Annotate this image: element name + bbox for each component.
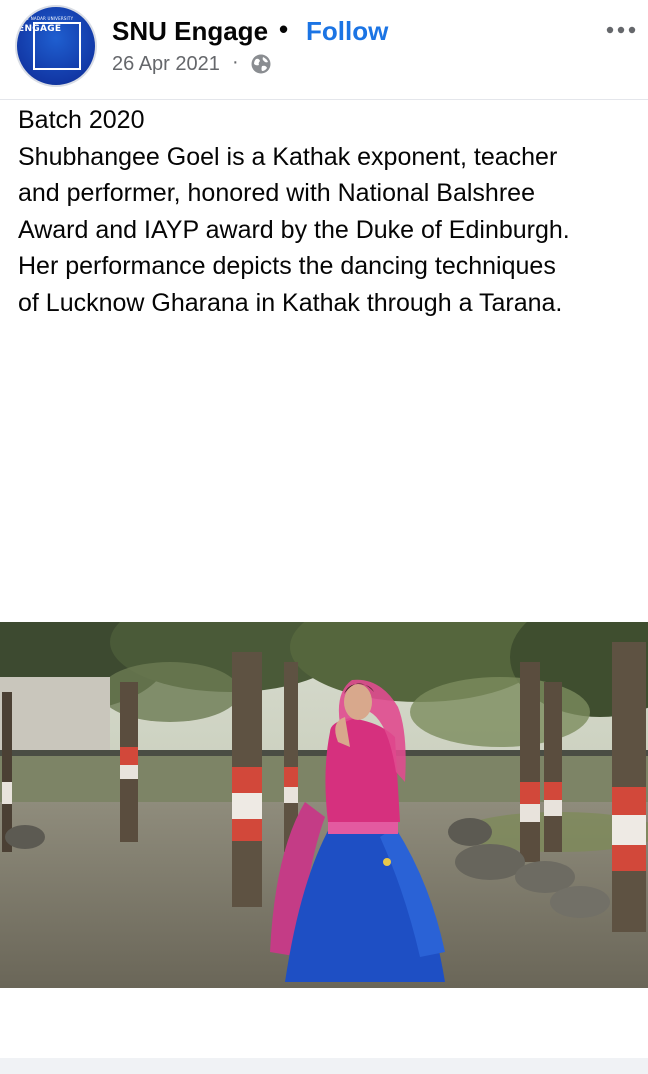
avatar-brand-line: SHIV NADAR UNIVERSITY xyxy=(19,16,74,21)
video-player[interactable] xyxy=(0,622,648,988)
video-building xyxy=(0,677,110,752)
post-date[interactable]: 26 Apr 2021 xyxy=(112,53,220,76)
post-batch-line: Batch 2020 xyxy=(18,106,145,134)
globe-icon xyxy=(251,54,271,74)
avatar-brand-text: ENGAGE xyxy=(18,24,62,34)
post-header: SHIV NADAR UNIVERSITY ENGAGE SNU Engage … xyxy=(0,0,648,100)
name-separator: • xyxy=(279,14,289,44)
post-text: Batch 2020 Shubhangee Goel is a Kathak e… xyxy=(18,102,638,322)
avatar[interactable]: SHIV NADAR UNIVERSITY ENGAGE xyxy=(15,5,97,87)
post-body: Shubhangee Goel is a Kathak exponent, te… xyxy=(18,142,570,317)
post-bottom-divider xyxy=(0,1058,648,1074)
date-separator: · xyxy=(232,51,239,73)
follow-button[interactable]: Follow xyxy=(306,16,388,47)
more-options-icon[interactable] xyxy=(604,20,638,40)
page-name-link[interactable]: SNU Engage xyxy=(112,16,268,47)
